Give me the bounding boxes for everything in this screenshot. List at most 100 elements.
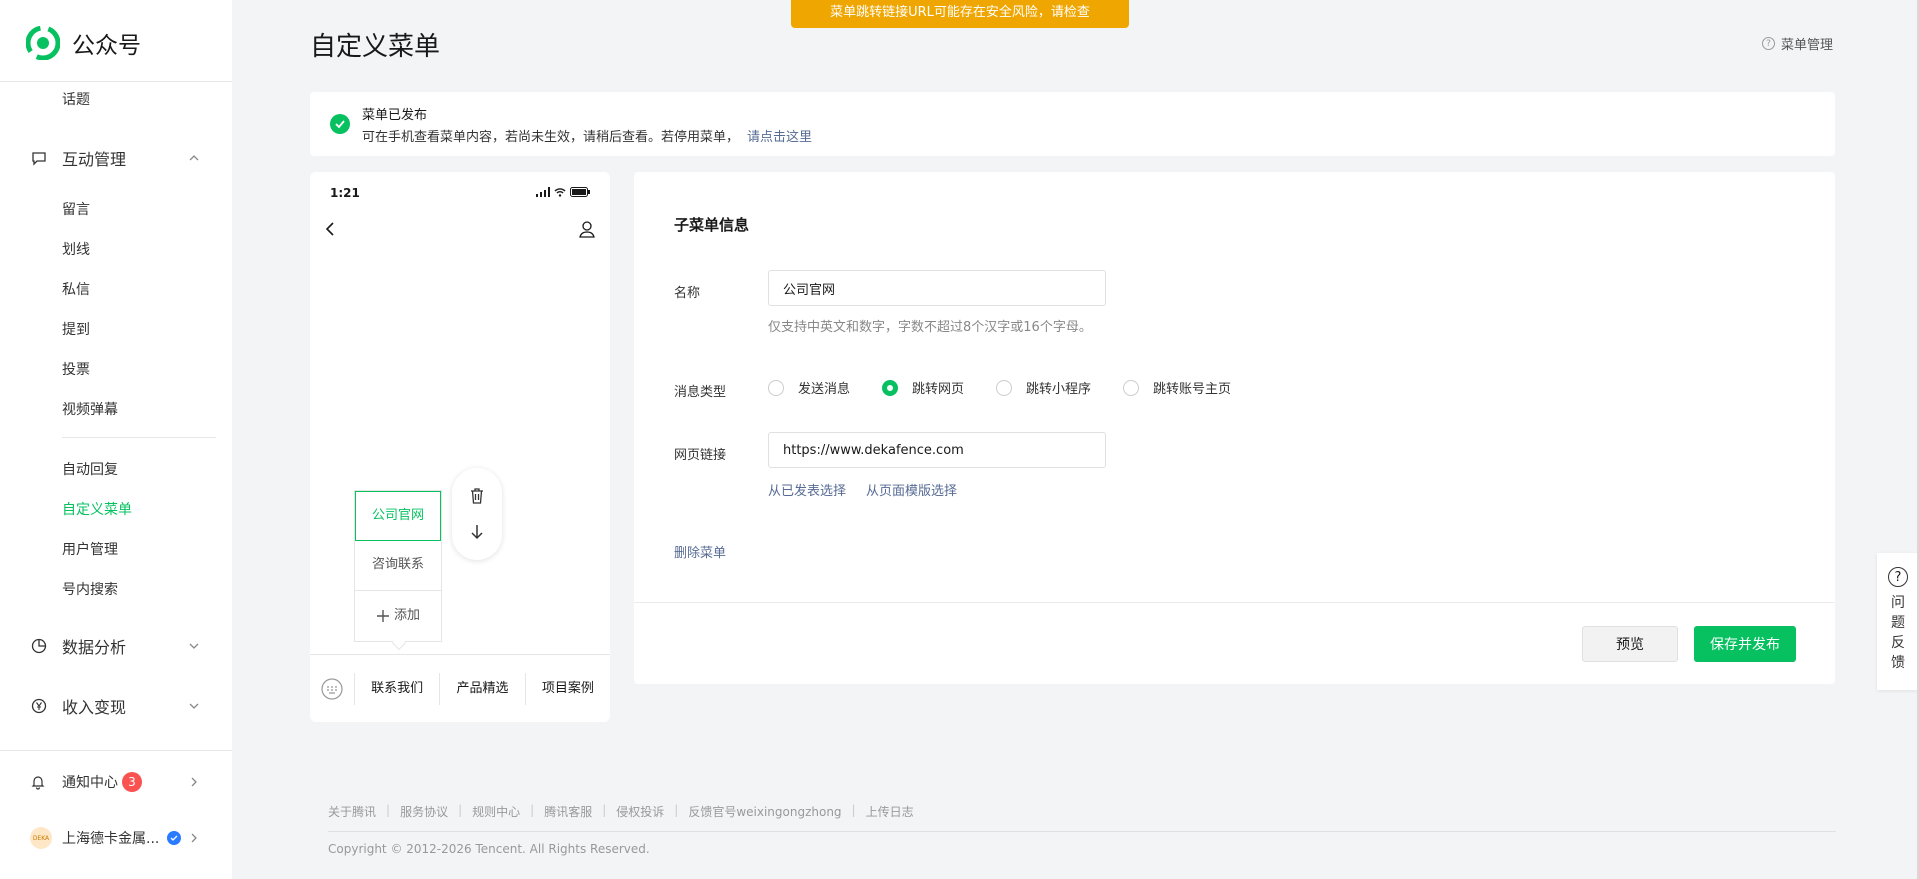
footer-link[interactable]: 反馈官号weixingongzhong: [688, 803, 841, 820]
plus-icon: [376, 610, 389, 622]
footer-links: 关于腾讯 | 服务协议 | 规则中心 | 腾讯客服 | 侵权投诉 | 反馈官号weixin…: [328, 803, 914, 820]
sidebar-item-custom-menu[interactable]: 自定义菜单: [62, 499, 132, 519]
menu-tab-products[interactable]: 产品精选: [439, 672, 524, 705]
person-icon[interactable]: [578, 220, 596, 238]
notice-text: 可在手机查看菜单内容，若尚未生效，请稍后查看。若停用菜单， 请点击这里: [362, 126, 812, 145]
radio-button[interactable]: [768, 379, 784, 396]
url-input[interactable]: [768, 432, 1106, 468]
radio-label: 跳转账号主页: [1153, 382, 1232, 397]
feedback-char: 问: [1891, 595, 1905, 611]
arrow-down-icon[interactable]: [468, 523, 486, 541]
sidebar: 公众号 话题 互动管理 留言 划线 私信 提到 投票 视频弹幕 自动回复 自定义…: [0, 0, 232, 879]
feedback-char: 馈: [1891, 655, 1905, 671]
verified-icon: [167, 831, 182, 845]
divider: [634, 602, 1835, 603]
footer-separator: |: [386, 803, 391, 817]
chevron-down-icon: [189, 703, 199, 709]
footer-link[interactable]: 关于腾讯: [328, 803, 376, 820]
sidebar-group-label: 互动管理: [62, 150, 127, 169]
bell-icon: [30, 774, 48, 790]
menu-management-label: 菜单管理: [1780, 38, 1833, 53]
footer-separator: |: [851, 803, 856, 817]
copyright: Copyright © 2012-2026 Tencent. All Right…: [328, 842, 650, 856]
sidebar-item-underline[interactable]: 划线: [62, 239, 90, 259]
radio-jump-miniprogram[interactable]: 跳转小程序: [996, 378, 1091, 397]
feedback-char: 题: [1891, 615, 1905, 631]
radio-button[interactable]: [1123, 379, 1140, 396]
signal-icon: [536, 187, 550, 197]
sidebar-group-interact[interactable]: 互动管理: [30, 146, 200, 170]
add-submenu-button[interactable]: 添加: [355, 591, 441, 641]
sidebar-item-mentions[interactable]: 提到: [62, 319, 90, 339]
pick-template-link[interactable]: 从页面模版选择: [866, 480, 957, 499]
submenu-list: 公司官网 咨询联系 添加: [354, 490, 442, 642]
notification-badge: 3: [122, 772, 142, 792]
sidebar-group-data[interactable]: 数据分析: [30, 634, 200, 658]
name-label: 名称: [674, 286, 701, 301]
submenu-info-panel: 子菜单信息 名称 仅支持中英文和数字，字数不超过8个汉字或16个字母。 消息类型…: [634, 172, 1835, 684]
radio-label: 发送消息: [798, 382, 851, 397]
url-label: 网页链接: [674, 448, 727, 463]
divider: [0, 750, 232, 751]
divider: [328, 831, 1836, 832]
radio-jump-account[interactable]: 跳转账号主页: [1123, 378, 1231, 397]
sidebar-group-label: 收入变现: [62, 698, 127, 717]
submenu-item-website[interactable]: 公司官网: [355, 491, 441, 541]
feedback-button[interactable]: ? 问 题 反 馈: [1877, 553, 1919, 690]
logo[interactable]: 公众号: [26, 26, 141, 60]
sidebar-item-users[interactable]: 用户管理: [62, 539, 118, 559]
footer-link[interactable]: 腾讯客服: [544, 803, 592, 820]
sidebar-item-messages[interactable]: 私信: [62, 279, 90, 299]
pick-published-link[interactable]: 从已发表选择: [768, 480, 846, 499]
menu-management-link[interactable]: ? 菜单管理: [1761, 34, 1833, 53]
sidebar-group-income[interactable]: 收入变现: [30, 694, 200, 718]
account-name: 上海德卡金属...: [62, 831, 160, 847]
radio-button[interactable]: [882, 379, 899, 396]
footer-link[interactable]: 规则中心: [472, 803, 520, 820]
keyboard-icon[interactable]: [310, 677, 354, 700]
sidebar-item-auto-reply[interactable]: 自动回复: [62, 459, 118, 479]
chevron-down-icon: [189, 643, 199, 649]
footer-link[interactable]: 侵权投诉: [616, 803, 664, 820]
sidebar-item-comments[interactable]: 留言: [62, 199, 90, 219]
back-icon[interactable]: [324, 222, 338, 236]
menu-tab-contact[interactable]: 联系我们: [354, 672, 439, 705]
section-title: 子菜单信息: [674, 216, 750, 234]
submenu-tools: [452, 468, 502, 560]
sidebar-group-label: 数据分析: [62, 638, 127, 657]
radio-jump-webpage[interactable]: 跳转网页: [882, 378, 964, 397]
sidebar-item-search[interactable]: 号内搜索: [62, 579, 118, 599]
disable-menu-link[interactable]: 请点击这里: [747, 130, 812, 145]
notification-center[interactable]: 通知中心 3: [30, 772, 200, 792]
notice-title: 菜单已发布: [362, 108, 428, 123]
footer-separator: |: [602, 803, 607, 817]
footer-separator: |: [458, 803, 463, 817]
submenu-item-contact[interactable]: 咨询联系: [355, 541, 441, 591]
name-input[interactable]: [768, 270, 1106, 306]
account-switcher[interactable]: DEKA 上海德卡金属...: [30, 827, 200, 849]
url-warning-banner[interactable]: 菜单跳转链接URL可能存在安全风险，请检查: [791, 0, 1129, 28]
footer-separator: |: [674, 803, 679, 817]
feedback-char: 反: [1891, 635, 1905, 651]
sidebar-item-topic[interactable]: 话题: [62, 89, 90, 109]
sidebar-item-votes[interactable]: 投票: [62, 359, 90, 379]
radio-label: 跳转小程序: [1026, 382, 1092, 397]
delete-menu-link[interactable]: 删除菜单: [674, 542, 726, 561]
footer-link[interactable]: 上传日志: [866, 803, 914, 820]
menu-tab-cases[interactable]: 项目案例: [524, 672, 610, 705]
publish-notice: 菜单已发布 可在手机查看菜单内容，若尚未生效，请稍后查看。若停用菜单， 请点击这里: [310, 92, 1835, 156]
divider: [62, 437, 216, 438]
status-icons: [536, 187, 590, 197]
footer-link[interactable]: 服务协议: [400, 803, 448, 820]
status-time: 1:21: [330, 186, 360, 200]
preview-button[interactable]: 预览: [1582, 626, 1678, 662]
radio-send-message[interactable]: 发送消息: [768, 378, 850, 397]
trash-icon[interactable]: [468, 487, 486, 505]
footer-separator: |: [530, 803, 535, 817]
sidebar-item-danmaku[interactable]: 视频弹幕: [62, 399, 118, 419]
type-radio-group: 发送消息 跳转网页 跳转小程序 跳转账号主页: [768, 378, 1231, 397]
radio-button[interactable]: [996, 379, 1013, 396]
save-publish-button[interactable]: 保存并发布: [1694, 626, 1796, 662]
name-hint: 仅支持中英文和数字，字数不超过8个汉字或16个字母。: [768, 320, 1092, 335]
divider: [0, 81, 232, 82]
